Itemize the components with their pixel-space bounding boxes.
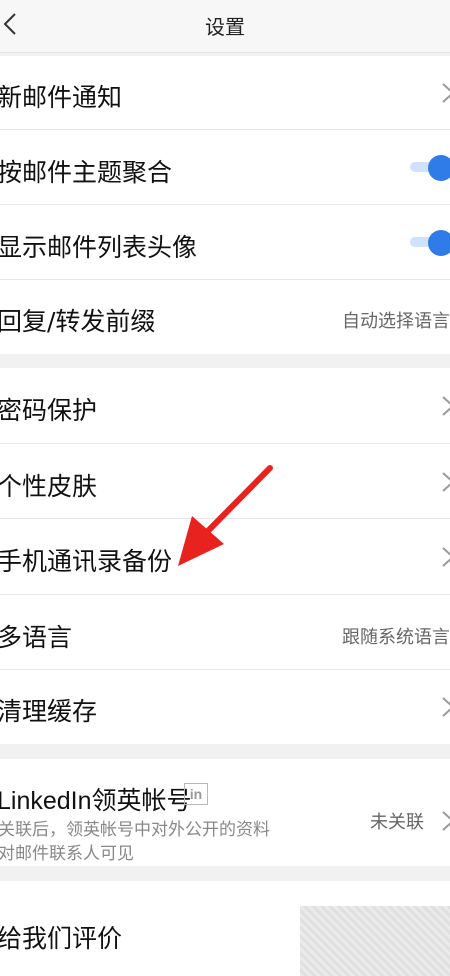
group-by-subject-toggle[interactable] (410, 153, 450, 181)
setting-row-clear-cache[interactable]: 清理缓存 (0, 670, 450, 744)
setting-label: 清理缓存 (0, 697, 98, 726)
chevron-right-icon (442, 83, 450, 103)
setting-row-show-avatar[interactable]: 显示邮件列表头像 (0, 205, 450, 280)
watermark-blur (300, 906, 450, 976)
setting-label: 手机通讯录备份 (0, 547, 173, 576)
setting-row-new-mail-notification[interactable]: 新邮件通知 (0, 56, 450, 130)
setting-value: 自动选择语言 (342, 311, 450, 332)
setting-label: 多语言 (0, 623, 73, 652)
setting-row-language[interactable]: 多语言 跟随系统语言 (0, 595, 450, 670)
chevron-right-icon (442, 547, 450, 567)
setting-label: 密码保护 (0, 396, 98, 425)
setting-label: 回复/转发前缀 (0, 307, 156, 336)
setting-value: 跟随系统语言 (342, 627, 450, 648)
page-title: 设置 (205, 15, 245, 39)
linkedin-description-line1: 关联后，领英帐号中对外公开的资料 (0, 820, 270, 840)
setting-row-group-by-subject[interactable]: 按邮件主题聚合 (0, 130, 450, 205)
setting-row-linkedin[interactable]: LinkedIn领英帐号 in 关联后，领英帐号中对外公开的资料 对邮件联系人可… (0, 759, 450, 866)
nav-header: 设置 (0, 0, 450, 53)
setting-label: 给我们评价 (0, 924, 123, 953)
chevron-right-icon (442, 811, 450, 831)
setting-label: 新邮件通知 (0, 83, 123, 112)
setting-row-reply-forward-prefix[interactable]: 回复/转发前缀 自动选择语言 (0, 280, 450, 354)
setting-label: 显示邮件列表头像 (0, 233, 198, 262)
chevron-right-icon (442, 396, 450, 416)
setting-label: 按邮件主题聚合 (0, 158, 173, 187)
setting-row-contacts-backup[interactable]: 手机通讯录备份 (0, 519, 450, 595)
linkedin-logo-icon: in (184, 783, 208, 805)
setting-row-password-protection[interactable]: 密码保护 (0, 368, 450, 444)
linkedin-description-line2: 对邮件联系人可见 (0, 844, 134, 864)
linkedin-status: 未关联 (370, 812, 424, 833)
setting-label: 个性皮肤 (0, 472, 98, 501)
chevron-right-icon (442, 697, 450, 717)
setting-row-skin[interactable]: 个性皮肤 (0, 444, 450, 519)
chevron-right-icon (442, 472, 450, 492)
show-avatar-toggle[interactable] (410, 228, 450, 256)
linkedin-title: LinkedIn领英帐号 (0, 787, 192, 815)
